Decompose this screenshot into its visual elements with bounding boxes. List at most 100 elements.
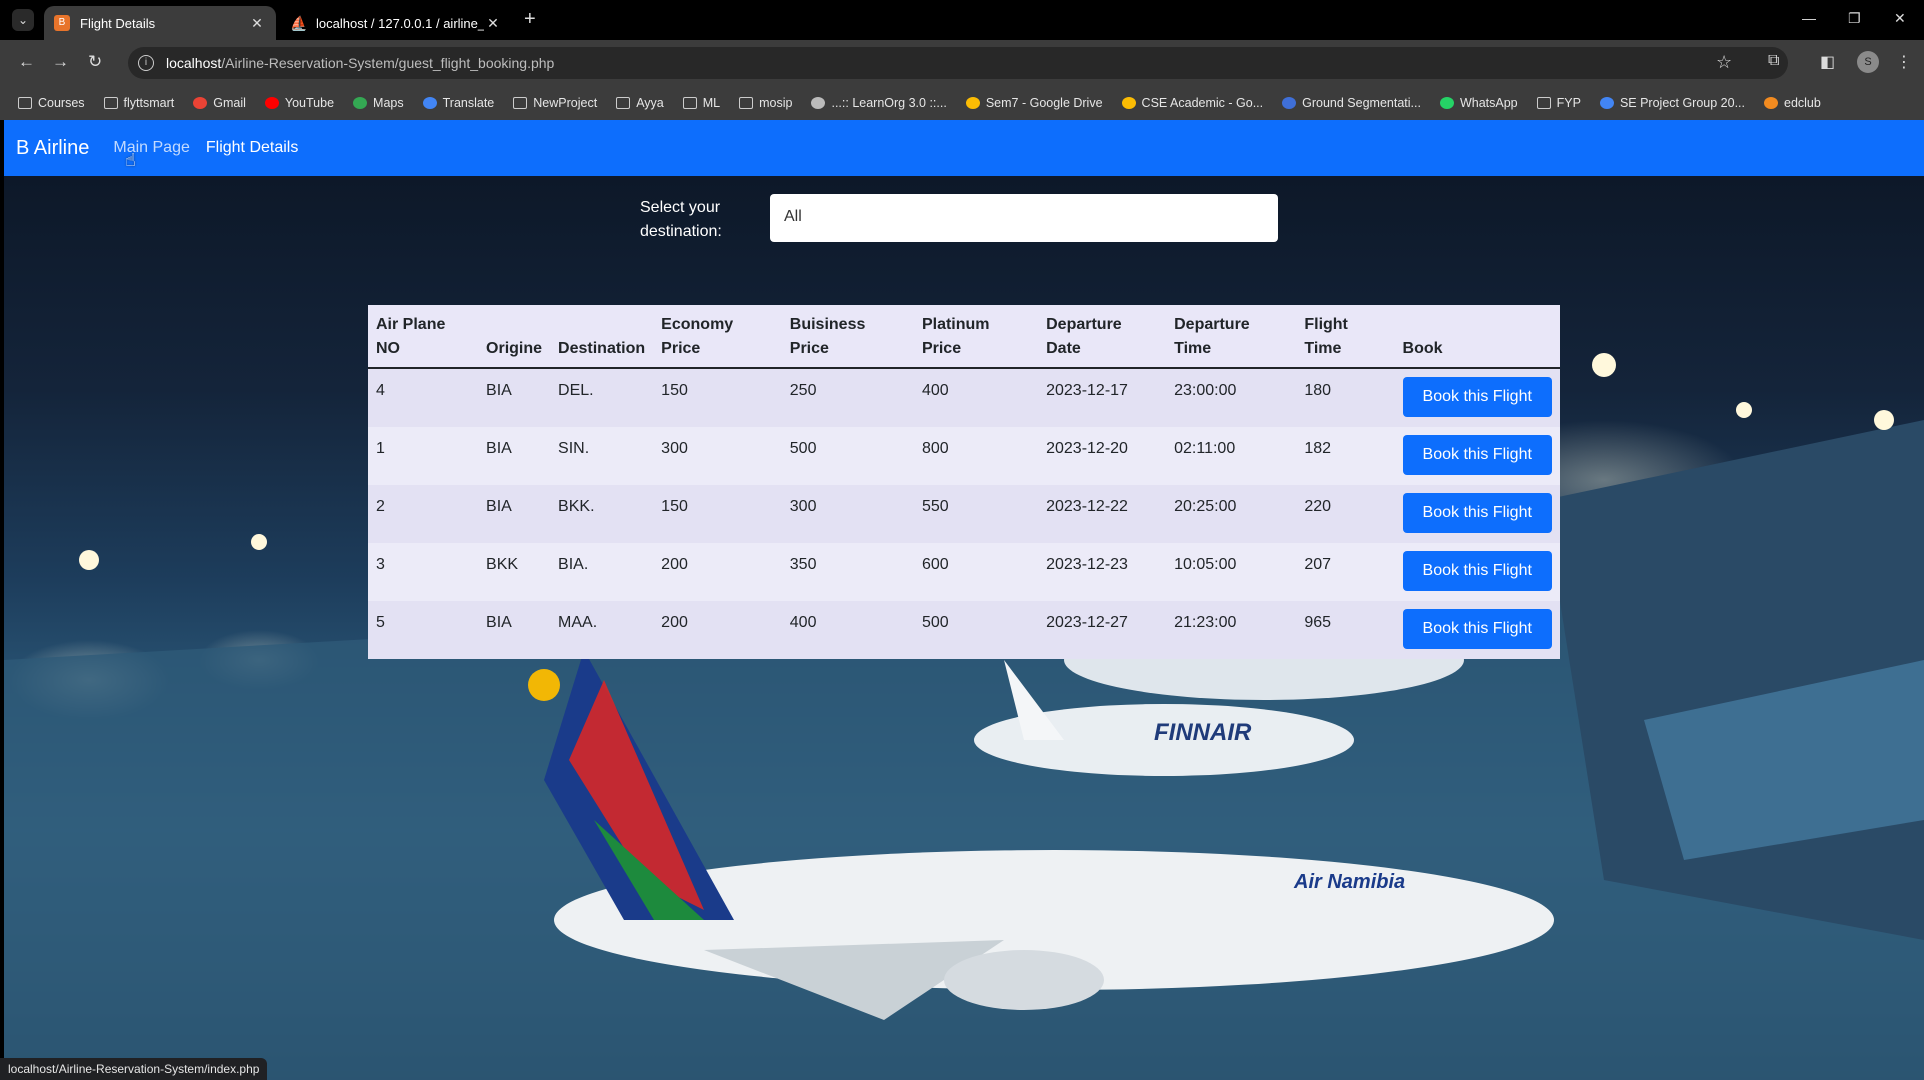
bookmark-item[interactable]: NewProject [513, 96, 597, 110]
table-cell: 207 [1304, 556, 1332, 573]
reload-icon[interactable]: ↻ [88, 52, 102, 72]
bookmark-item[interactable]: edclub [1764, 96, 1821, 110]
table-cell: 350 [789, 556, 817, 573]
bookmark-label: Ayya [636, 96, 664, 110]
scene-text-finnair: FINNAIR [1154, 719, 1252, 746]
folder-icon [1536, 97, 1551, 109]
table-cell: 965 [1304, 614, 1332, 631]
bookmark-label: ML [702, 96, 721, 110]
table-cell: 250 [789, 382, 817, 399]
table-cell: 500 [921, 614, 949, 631]
bookmark-item[interactable]: Maps [353, 96, 404, 110]
url-path: /Airline-Reservation-System/guest_flight… [221, 55, 555, 71]
book-cell: Book this Flight [1395, 485, 1560, 543]
status-bar-url: localhost/Airline-Reservation-System/ind… [0, 1058, 268, 1080]
book-flight-button[interactable]: Book this Flight [1402, 493, 1552, 533]
profile-avatar[interactable]: S [1857, 51, 1879, 73]
address-bar[interactable]: i localhost/Airline-Reservation-System/g… [128, 47, 1788, 79]
table-row: 1 BIA SIN. 300 500 800 2023-12-20 02:11:00 182 Bo… [368, 427, 1560, 485]
bookmark-item[interactable]: FYP [1536, 96, 1581, 110]
close-tab-icon[interactable]: ✕ [484, 15, 502, 32]
whatsapp-icon [1439, 97, 1454, 109]
bookmark-item[interactable]: ML [682, 96, 721, 110]
table-cell: 3 [376, 556, 385, 573]
bookmark-item[interactable]: Ayya [616, 96, 664, 110]
close-window-icon[interactable]: ✕ [1894, 10, 1906, 27]
forward-icon[interactable]: → [52, 52, 69, 72]
bookmark-star-icon[interactable]: ☆ [1716, 52, 1732, 73]
side-panel-icon[interactable]: ◧ [1820, 52, 1835, 72]
back-icon[interactable]: ← [18, 52, 35, 72]
table-cell: 220 [1304, 498, 1332, 515]
bookmark-label: YouTube [284, 96, 335, 110]
phpmyadmin-favicon-icon: ⛵ [290, 15, 308, 31]
restore-icon[interactable]: ❐ [1848, 10, 1861, 27]
table-cell: 21:23:00 [1174, 614, 1237, 631]
book-cell: Book this Flight [1395, 427, 1560, 485]
bookmark-item[interactable]: mosip [739, 96, 792, 110]
destination-select[interactable]: All [770, 194, 1278, 242]
folder-icon [616, 97, 631, 109]
bookmark-item[interactable]: ...:: LearnOrg 3.0 ::... [811, 96, 947, 110]
table-row: 3 BKK BIA. 200 350 600 2023-12-23 10:05:00 207 Bo… [368, 543, 1560, 601]
table-cell: 1 [376, 440, 385, 457]
column-header: Departure Date [1038, 305, 1167, 369]
folder-icon [103, 97, 118, 109]
bookmark-item[interactable]: flyttsmart [103, 96, 175, 110]
extensions-icon[interactable]: ⧉ [1768, 52, 1779, 70]
book-flight-button[interactable]: Book this Flight [1402, 609, 1552, 649]
bookmark-label: CSE Academic - Go... [1141, 96, 1264, 110]
youtube-icon [264, 97, 279, 109]
minimize-icon[interactable]: — [1802, 10, 1816, 26]
bookmark-item[interactable]: Ground Segmentati... [1282, 96, 1421, 110]
table-cell: 300 [661, 440, 688, 457]
table-cell: 5 [376, 614, 385, 631]
table-cell: BKK. [558, 498, 595, 515]
table-cell: 10:05:00 [1174, 556, 1237, 573]
tab-phpmyadmin[interactable]: ⛵ localhost / 127.0.0.1 / airline_re ✕ [280, 6, 512, 40]
book-flight-button[interactable]: Book this Flight [1402, 551, 1552, 591]
table-cell: BIA. [558, 556, 589, 573]
folder-icon [18, 97, 32, 109]
bookmark-label: SE Project Group 20... [1619, 96, 1745, 110]
new-tab-button[interactable]: + [524, 8, 536, 31]
bookmark-label: Sem7 - Google Drive [985, 96, 1103, 110]
table-cell: 02:11:00 [1174, 440, 1236, 457]
table-cell: BIA [486, 440, 512, 457]
bookmark-item[interactable]: SE Project Group 20... [1599, 96, 1745, 110]
folder-icon [513, 97, 528, 109]
tab-search-button[interactable]: ⌄ [12, 9, 34, 31]
brand-logo[interactable]: B Airline [16, 137, 89, 160]
bookmark-item[interactable]: WhatsApp [1439, 96, 1518, 110]
scene-text-airnamibia: Air Namibia [1293, 871, 1405, 893]
table-cell: 2023-12-27 [1046, 614, 1128, 631]
bookmark-item[interactable]: Translate [422, 96, 495, 110]
book-cell: Book this Flight [1395, 601, 1560, 659]
site-favicon-icon: B [54, 15, 70, 31]
table-cell: BIA [486, 498, 512, 515]
bookmark-item[interactable]: Gmail [193, 96, 246, 110]
table-cell: 400 [921, 382, 949, 399]
drive-icon [1121, 97, 1136, 109]
bookmark-item[interactable]: Courses [18, 96, 85, 110]
nav-link-flight-details[interactable]: Flight Details [206, 139, 298, 157]
bookmark-item[interactable]: Sem7 - Google Drive [965, 96, 1103, 110]
table-cell: 150 [661, 498, 688, 515]
menu-kebab-icon[interactable]: ⋮ [1896, 52, 1912, 72]
bookmark-item[interactable]: YouTube [264, 96, 335, 110]
table-cell: 182 [1304, 440, 1332, 457]
book-flight-button[interactable]: Book this Flight [1402, 377, 1552, 417]
bookmark-label: flyttsmart [123, 96, 175, 110]
site-info-icon[interactable]: i [138, 55, 154, 71]
table-cell: BKK [486, 556, 519, 573]
table-row: 5 BIA MAA. 200 400 500 2023-12-27 21:23:00 965 Bo… [368, 601, 1560, 659]
bookmark-item[interactable]: CSE Academic - Go... [1121, 96, 1264, 110]
hand-cursor-icon: ☝ [125, 150, 136, 170]
book-flight-button[interactable]: Book this Flight [1402, 435, 1552, 475]
bookmark-label: Ground Segmentati... [1302, 96, 1421, 110]
bookmark-label: FYP [1556, 96, 1581, 110]
tab-flight-details[interactable]: B Flight Details ✕ [44, 6, 276, 40]
close-tab-icon[interactable]: ✕ [248, 15, 266, 32]
bookmark-label: Gmail [213, 96, 246, 110]
bookmark-label: Translate [442, 96, 495, 110]
